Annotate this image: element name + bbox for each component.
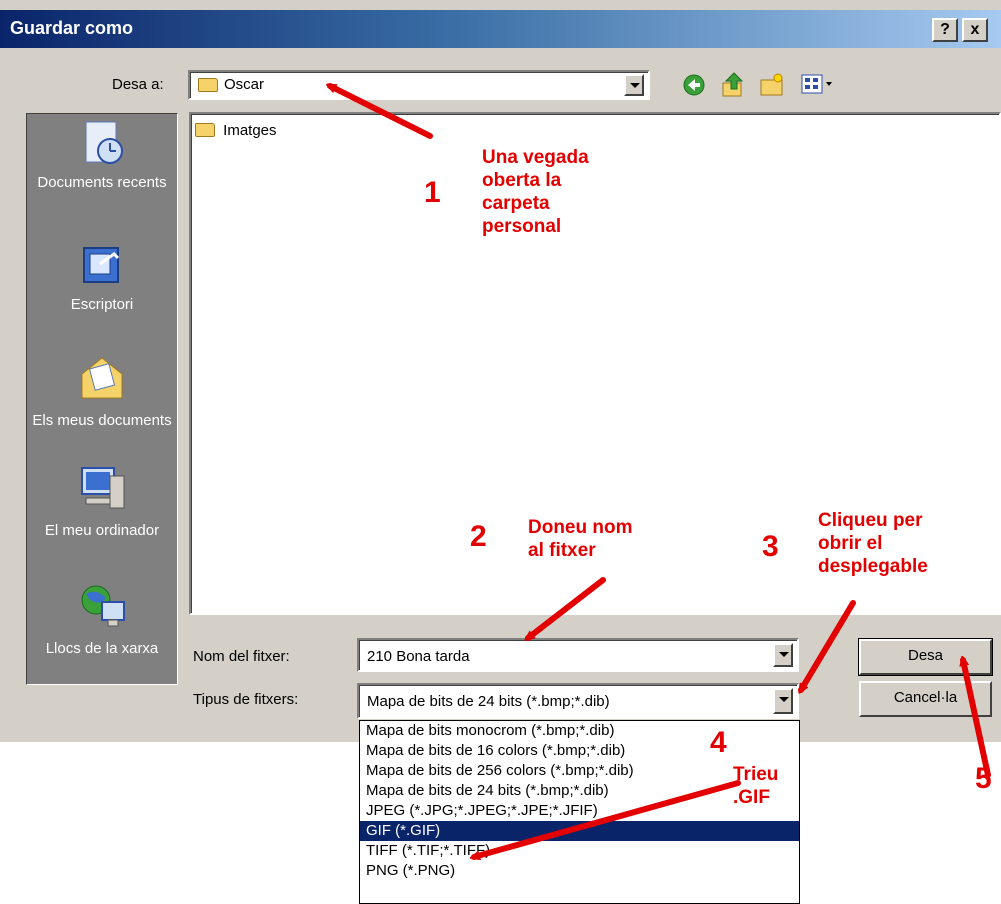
filetype-dropdown-list[interactable]: Mapa de bits monocrom (*.bmp;*.dib) Mapa… [359, 720, 800, 904]
save-in-label: Desa a: [112, 76, 164, 93]
network-places-icon [81, 585, 125, 627]
filetype-dropdown-button[interactable] [773, 688, 793, 714]
filetype-option[interactable]: PNG (*.PNG) [360, 861, 799, 881]
filetype-option[interactable]: Mapa de bits de 16 colors (*.bmp;*.dib) [360, 741, 799, 761]
place-my-documents[interactable]: Els meus documents [27, 352, 177, 431]
step-3-text: Cliqueu per obrir el desplegable [818, 510, 928, 577]
filetype-option[interactable]: TIFF (*.TIF;*.TIFF) [360, 841, 799, 861]
filetype-value: Mapa de bits de 24 bits (*.bmp;*.dib) [367, 693, 610, 710]
new-folder-icon[interactable] [758, 72, 786, 98]
close-button[interactable]: x [962, 18, 988, 42]
step-4-text: Trieu .GIF [733, 763, 779, 809]
back-icon[interactable] [682, 73, 706, 97]
filetype-label: Tipus de fitxers: [193, 691, 299, 708]
save-in-value: Oscar [224, 76, 265, 93]
title-bar: Guardar como ? x [0, 10, 1001, 48]
step-3-number: 3 [762, 530, 779, 563]
save-in-dropdown-button[interactable] [624, 74, 644, 96]
file-name: Imatges [223, 121, 277, 139]
step-1-number: 1 [424, 176, 441, 209]
folder-icon [195, 123, 215, 138]
my-computer-icon [81, 467, 125, 509]
step-2-text: Doneu nom al fitxer [528, 517, 633, 561]
window-title: Guardar como [10, 18, 134, 38]
place-label: Documents recents [37, 174, 167, 191]
step-2-number: 2 [470, 520, 487, 553]
save-in-combobox[interactable]: Oscar [188, 70, 650, 100]
places-bar: Documents recents Escriptori Els meus do… [26, 113, 178, 685]
cancel-button[interactable]: Cancel·la [859, 681, 992, 717]
filename-value[interactable]: 210 Bona tarda [367, 648, 470, 665]
recent-documents-icon [85, 121, 123, 164]
place-label: Els meus documents [32, 412, 172, 429]
place-label: Llocs de la xarxa [45, 640, 159, 657]
filetype-combobox[interactable]: Mapa de bits de 24 bits (*.bmp;*.dib) [357, 683, 799, 719]
save-button[interactable]: Desa [858, 638, 993, 676]
folder-icon [198, 78, 218, 92]
my-documents-icon [81, 357, 123, 399]
view-menu-icon[interactable] [800, 73, 836, 97]
step-4-number: 4 [710, 726, 727, 759]
place-recent-documents[interactable]: Documents recents [27, 118, 177, 193]
desktop-icon [83, 247, 120, 283]
filetype-option-selected[interactable]: GIF (*.GIF) [360, 821, 799, 841]
up-folder-icon[interactable] [720, 71, 746, 99]
step-1-text: Una vegada oberta la carpeta personal [482, 147, 589, 237]
file-list-item[interactable]: Imatges [195, 121, 277, 143]
place-desktop[interactable]: Escriptori [27, 242, 177, 315]
filetype-option[interactable]: Mapa de bits monocrom (*.bmp;*.dib) [360, 721, 799, 741]
save-as-dialog: Guardar como ? x Desa a: Oscar Documents… [0, 0, 1001, 742]
place-label: El meu ordinador [44, 522, 160, 539]
place-my-computer[interactable]: El meu ordinador [27, 462, 177, 541]
filename-combobox[interactable]: 210 Bona tarda [357, 638, 799, 672]
filename-label: Nom del fitxer: [193, 648, 290, 665]
step-5-number: 5 [975, 762, 992, 795]
place-network[interactable]: Llocs de la xarxa [27, 580, 177, 659]
help-button[interactable]: ? [932, 18, 958, 42]
place-label: Escriptori [70, 296, 134, 313]
filename-dropdown-button[interactable] [773, 643, 793, 667]
